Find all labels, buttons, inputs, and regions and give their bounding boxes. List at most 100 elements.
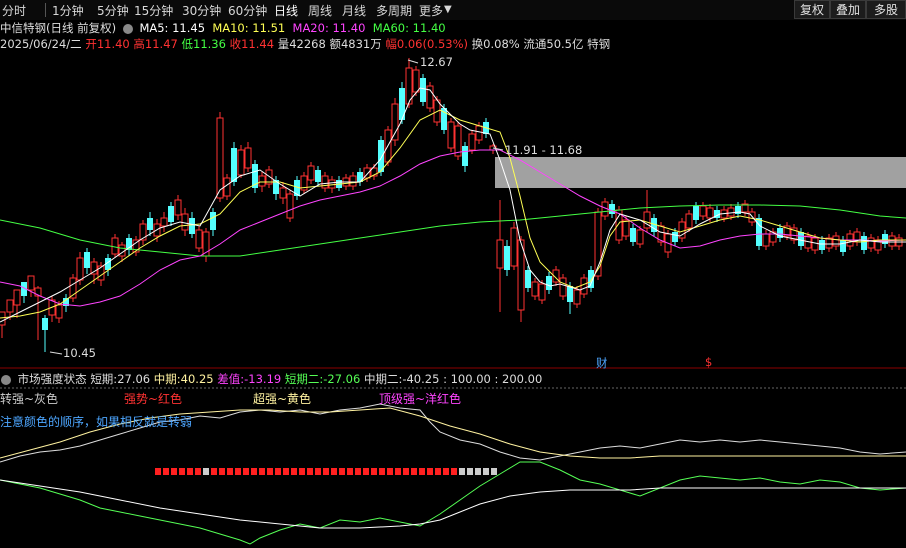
strength-bar [435, 468, 441, 475]
candle-body [90, 261, 98, 275]
legend-yellow: 超强~黄色 [253, 392, 312, 406]
candle-body [420, 78, 426, 102]
candle-body [391, 103, 399, 141]
candle-body [762, 233, 770, 247]
mid-label: 中期: [153, 372, 181, 386]
candle-body [727, 207, 735, 217]
candle-body [237, 149, 245, 176]
candle-body [195, 229, 203, 249]
candle-body [349, 175, 357, 187]
strength-bar [307, 468, 313, 475]
strength-bar [283, 468, 289, 475]
strength-bar [483, 468, 489, 475]
strength-bar [195, 468, 201, 475]
indicator-name: 市场强度状态 [17, 372, 87, 386]
strength-bar [427, 468, 433, 475]
candle-body [181, 213, 189, 231]
strength-bar [251, 468, 257, 475]
indicator-note: 注意颜色的顺序，如果相反就是转弱 [0, 415, 193, 429]
strength-bar [355, 468, 361, 475]
candle-body [630, 228, 636, 242]
strength-bar [267, 468, 273, 475]
candle-body [798, 232, 804, 246]
candle-body [84, 252, 90, 268]
candle-body [160, 217, 168, 227]
strength-bar [491, 468, 497, 475]
candle-body [462, 146, 468, 166]
candle-body [468, 133, 476, 151]
candle-body [286, 193, 294, 219]
candle-body [210, 212, 216, 230]
legend-magenta: 顶级强~洋红色 [379, 392, 462, 406]
diff-label: 差值: [217, 372, 245, 386]
strength-bar [299, 468, 305, 475]
strength-bar [323, 468, 329, 475]
strength-bar [179, 468, 185, 475]
strength-bar [451, 468, 457, 475]
candle-body [328, 179, 336, 189]
strength-bar [403, 468, 409, 475]
short-label: 短期: [90, 372, 118, 386]
strength-bar [419, 468, 425, 475]
strength-bar [339, 468, 345, 475]
zone-range-label: 11.91 - 11.68 [505, 143, 583, 157]
candle-body [27, 275, 35, 291]
high-price-label: 12.67 [420, 55, 453, 69]
strength-bar [235, 468, 241, 475]
candle-body [525, 270, 531, 288]
candle-body [279, 187, 287, 199]
candle-body [496, 239, 504, 269]
strength-bar [467, 468, 473, 475]
candle-body [840, 240, 846, 252]
strength-bar [395, 468, 401, 475]
strength-bar [187, 468, 193, 475]
strength-bar [371, 468, 377, 475]
candle-body [867, 237, 875, 249]
candle-body [559, 277, 567, 297]
candle-body [693, 206, 699, 220]
dividend-marker[interactable]: $ [705, 355, 712, 369]
indicator-header: 市场强度状态 短期:27.06 中期:40.25 差值:-13.19 短期二:-… [0, 371, 542, 387]
candle-body [6, 299, 14, 313]
low-pointer [49, 351, 63, 355]
strength-bar-group [155, 468, 497, 475]
candle-body [76, 257, 84, 281]
candle-body [412, 69, 420, 93]
candle-body [510, 227, 518, 267]
candle-body [231, 148, 237, 182]
candle-body [706, 207, 714, 219]
price-zone-box [495, 157, 906, 188]
finance-marker[interactable]: 财 [596, 355, 608, 371]
candle-body [685, 213, 693, 229]
candle-body [447, 121, 455, 149]
candle-body [189, 218, 195, 234]
candle-body [174, 199, 182, 216]
indicator-tail: : 100.00 : 200.00 [443, 372, 543, 386]
strength-bar [291, 468, 297, 475]
strength-bar [347, 468, 353, 475]
candle-body [672, 232, 678, 242]
candle-body [139, 223, 147, 241]
candle-body [573, 289, 581, 305]
candle-body [861, 236, 867, 250]
candle-body [580, 277, 588, 295]
strength-bar [387, 468, 393, 475]
candle-body [538, 283, 546, 301]
candle-body [567, 286, 573, 302]
diff-value: -13.19 [244, 372, 282, 386]
candle-body [216, 117, 224, 199]
strength-bar [243, 468, 249, 475]
candle-body [315, 170, 321, 182]
candle-body [42, 318, 48, 330]
indicator-settings-icon[interactable] [1, 374, 11, 385]
candle-body [699, 205, 707, 217]
legend-red: 强势~红色 [124, 392, 183, 406]
strength-bar [379, 468, 385, 475]
kline-chart[interactable] [0, 0, 906, 548]
candle-body [13, 289, 21, 306]
candle-body [609, 204, 615, 214]
candle-body [636, 229, 644, 245]
low-price-label: 10.45 [63, 346, 96, 360]
strength-bar [315, 468, 321, 475]
strength-bar [211, 468, 217, 475]
